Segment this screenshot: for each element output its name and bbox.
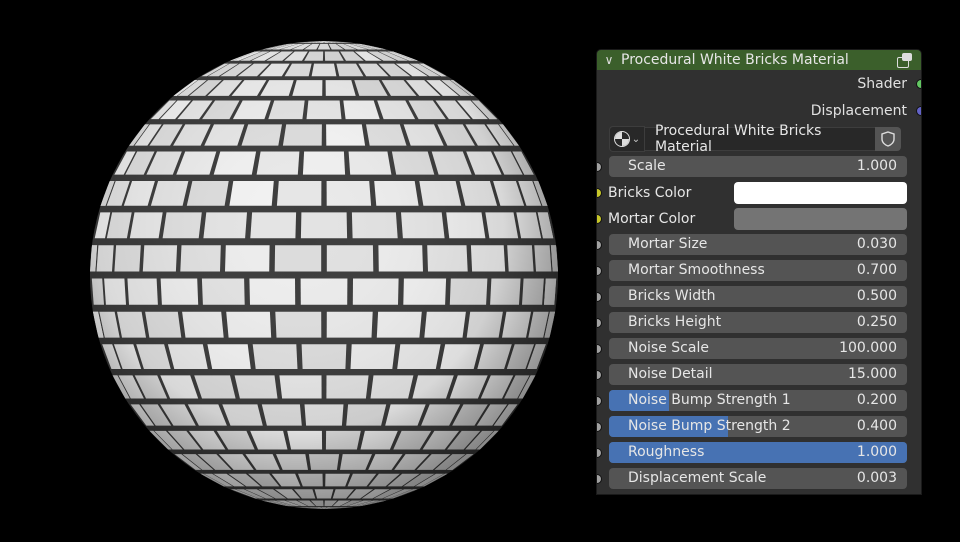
input-bricks-height: Bricks Height 0.250 <box>597 310 921 336</box>
mortar-color-socket[interactable] <box>597 215 601 223</box>
roughness-slider[interactable]: Roughness 1.000 <box>609 442 907 463</box>
displacement-scale-value: 0.003 <box>857 468 897 489</box>
noise-scale-label: Noise Scale <box>628 338 709 359</box>
noise-bump-strength-2-socket[interactable] <box>597 423 601 431</box>
input-noise-scale: Noise Scale 100.000 <box>597 336 921 362</box>
noise-detail-socket[interactable] <box>597 371 601 379</box>
mortar-size-slider[interactable]: Mortar Size 0.030 <box>609 234 907 255</box>
bricks-height-socket[interactable] <box>597 319 601 327</box>
noise-detail-value: 15.000 <box>848 364 897 385</box>
input-displacement-scale: Displacement Scale 0.003 <box>597 466 921 492</box>
material-selector[interactable]: ⌄ Procedural White Bricks Material <box>597 124 921 154</box>
bricks-color-label: Bricks Color <box>608 180 691 206</box>
output-displacement-label: Displacement <box>811 103 907 119</box>
input-noise-bump-strength-2: Noise Bump Strength 2 0.400 <box>597 414 921 440</box>
input-noise-bump-strength-1: Noise Bump Strength 1 0.200 <box>597 388 921 414</box>
mortar-smoothness-socket[interactable] <box>597 267 601 275</box>
mortar-smoothness-label: Mortar Smoothness <box>628 260 765 281</box>
dropdown-arrow-icon: ⌄ <box>632 134 640 145</box>
material-name-field[interactable]: Procedural White Bricks Material <box>645 127 875 151</box>
fake-user-button[interactable] <box>875 127 901 151</box>
material-preview-sphere <box>88 40 560 510</box>
input-noise-detail: Noise Detail 15.000 <box>597 362 921 388</box>
mortar-color-label: Mortar Color <box>608 206 695 232</box>
material-sphere-icon <box>614 131 630 147</box>
noise-detail-slider[interactable]: Noise Detail 15.000 <box>609 364 907 385</box>
noise-scale-value: 100.000 <box>839 338 897 359</box>
node-group-panel[interactable]: ∨ Procedural White Bricks Material Shade… <box>597 50 921 494</box>
displacement-output-socket[interactable] <box>917 107 921 115</box>
noise-bump-strength-2-slider[interactable]: Noise Bump Strength 2 0.400 <box>609 416 907 437</box>
displacement-scale-socket[interactable] <box>597 475 601 483</box>
input-mortar-size: Mortar Size 0.030 <box>597 232 921 258</box>
input-bricks-color: Bricks Color <box>597 180 921 206</box>
material-browse-button[interactable]: ⌄ <box>609 126 645 152</box>
node-header[interactable]: ∨ Procedural White Bricks Material <box>597 50 921 70</box>
output-shader-label: Shader <box>857 76 907 92</box>
scale-slider[interactable]: Scale 1.000 <box>609 156 907 177</box>
noise-bump-strength-2-value: 0.400 <box>857 416 897 437</box>
bricks-color-swatch[interactable] <box>734 182 907 204</box>
mortar-smoothness-slider[interactable]: Mortar Smoothness 0.700 <box>609 260 907 281</box>
roughness-socket[interactable] <box>597 449 601 457</box>
noise-bump-strength-1-slider[interactable]: Noise Bump Strength 1 0.200 <box>609 390 907 411</box>
bricks-height-label: Bricks Height <box>628 312 721 333</box>
mortar-size-socket[interactable] <box>597 241 601 249</box>
node-title: Procedural White Bricks Material <box>621 52 895 68</box>
bricks-width-slider[interactable]: Bricks Width 0.500 <box>609 286 907 307</box>
shader-output-socket[interactable] <box>917 80 921 88</box>
input-scale: Scale 1.000 <box>597 154 921 180</box>
displacement-scale-label: Displacement Scale <box>628 468 766 489</box>
noise-bump-strength-1-value: 0.200 <box>857 390 897 411</box>
noise-bump-strength-1-label: Noise Bump Strength 1 <box>628 390 791 411</box>
bricks-height-slider[interactable]: Bricks Height 0.250 <box>609 312 907 333</box>
bricks-width-value: 0.500 <box>857 286 897 307</box>
mortar-size-label: Mortar Size <box>628 234 707 255</box>
noise-bump-strength-2-label: Noise Bump Strength 2 <box>628 416 791 437</box>
roughness-value: 1.000 <box>857 442 897 463</box>
collapse-chevron-icon[interactable]: ∨ <box>597 53 621 67</box>
output-shader: Shader <box>597 70 921 97</box>
noise-scale-slider[interactable]: Noise Scale 100.000 <box>609 338 907 359</box>
bricks-height-value: 0.250 <box>857 312 897 333</box>
bricks-width-socket[interactable] <box>597 293 601 301</box>
scale-label: Scale <box>628 156 666 177</box>
shield-icon <box>881 131 895 147</box>
roughness-label: Roughness <box>628 442 704 463</box>
noise-bump-strength-1-socket[interactable] <box>597 397 601 405</box>
output-displacement: Displacement <box>597 97 921 124</box>
scale-value: 1.000 <box>857 156 897 177</box>
node-group-icon[interactable] <box>895 53 913 67</box>
displacement-scale-slider[interactable]: Displacement Scale 0.003 <box>609 468 907 489</box>
mortar-color-swatch[interactable] <box>734 208 907 230</box>
noise-scale-socket[interactable] <box>597 345 601 353</box>
mortar-smoothness-value: 0.700 <box>857 260 897 281</box>
input-mortar-smoothness: Mortar Smoothness 0.700 <box>597 258 921 284</box>
bricks-color-socket[interactable] <box>597 189 601 197</box>
input-mortar-color: Mortar Color <box>597 206 921 232</box>
bricks-width-label: Bricks Width <box>628 286 715 307</box>
input-roughness: Roughness 1.000 <box>597 440 921 466</box>
scale-input-socket[interactable] <box>597 163 601 171</box>
mortar-size-value: 0.030 <box>857 234 897 255</box>
input-bricks-width: Bricks Width 0.500 <box>597 284 921 310</box>
noise-detail-label: Noise Detail <box>628 364 713 385</box>
